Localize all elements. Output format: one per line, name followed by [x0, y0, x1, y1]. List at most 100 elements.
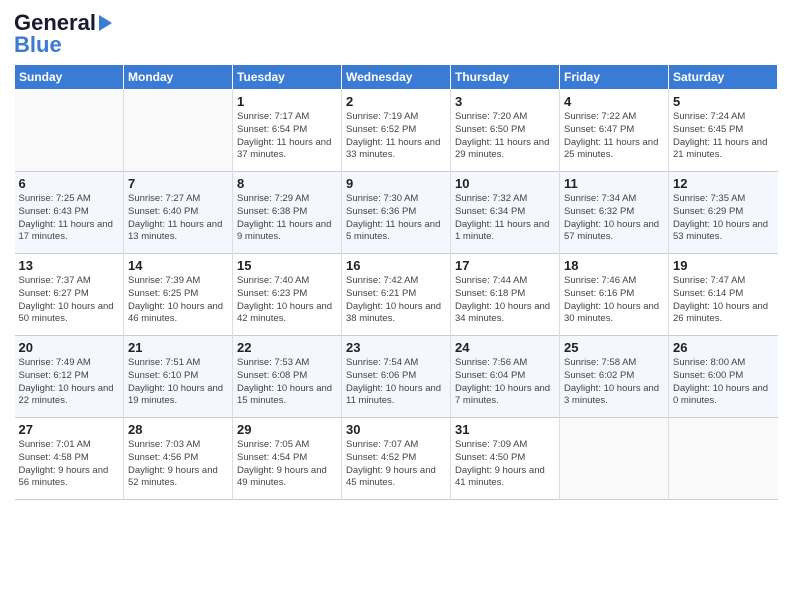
- day-number: 21: [128, 340, 228, 355]
- week-row-4: 20Sunrise: 7:49 AM Sunset: 6:12 PM Dayli…: [15, 336, 778, 418]
- day-info: Sunrise: 7:09 AM Sunset: 4:50 PM Dayligh…: [455, 439, 555, 490]
- day-number: 19: [673, 258, 774, 273]
- day-number: 7: [128, 176, 228, 191]
- day-info: Sunrise: 7:07 AM Sunset: 4:52 PM Dayligh…: [346, 439, 446, 490]
- calendar-cell: 30 Sunrise: 7:07 AM Sunset: 4:52 PM Dayli…: [342, 418, 451, 500]
- day-number: 23: [346, 340, 446, 355]
- day-number: 14: [128, 258, 228, 273]
- logo-arrow-icon: [99, 15, 112, 31]
- day-number: 29: [237, 422, 337, 437]
- day-info: Sunrise: 7:37 AM Sunset: 6:27 PM Dayligh…: [19, 275, 120, 326]
- day-info: Sunrise: 7:01 AM Sunset: 4:58 PM Dayligh…: [19, 439, 120, 490]
- calendar-cell: 16 Sunrise: 7:42 AM Sunset: 6:21 PM Dayli…: [342, 254, 451, 336]
- day-number: 13: [19, 258, 120, 273]
- calendar-cell: 3 Sunrise: 7:20 AM Sunset: 6:50 PM Daylig…: [451, 90, 560, 172]
- day-number: 22: [237, 340, 337, 355]
- calendar-cell: 1Sunrise: 7:17 AM Sunset: 6:54 PM Daylig…: [233, 90, 342, 172]
- calendar-cell: 5 Sunrise: 7:24 AM Sunset: 6:45 PM Daylig…: [669, 90, 778, 172]
- week-row-1: 1Sunrise: 7:17 AM Sunset: 6:54 PM Daylig…: [15, 90, 778, 172]
- day-info: Sunrise: 7:44 AM Sunset: 6:18 PM Dayligh…: [455, 275, 555, 326]
- day-number: 2: [346, 94, 446, 109]
- day-number: 11: [564, 176, 664, 191]
- calendar-cell: 2 Sunrise: 7:19 AM Sunset: 6:52 PM Daylig…: [342, 90, 451, 172]
- logo: General Blue: [14, 10, 112, 58]
- day-number: 24: [455, 340, 555, 355]
- week-row-2: 6Sunrise: 7:25 AM Sunset: 6:43 PM Daylig…: [15, 172, 778, 254]
- day-number: 8: [237, 176, 337, 191]
- day-number: 30: [346, 422, 446, 437]
- header-monday: Monday: [124, 65, 233, 90]
- day-info: Sunrise: 7:27 AM Sunset: 6:40 PM Dayligh…: [128, 193, 228, 244]
- day-info: Sunrise: 7:03 AM Sunset: 4:56 PM Dayligh…: [128, 439, 228, 490]
- calendar-cell: 23 Sunrise: 7:54 AM Sunset: 6:06 PM Dayli…: [342, 336, 451, 418]
- day-number: 18: [564, 258, 664, 273]
- calendar-cell: 31 Sunrise: 7:09 AM Sunset: 4:50 PM Dayli…: [451, 418, 560, 500]
- day-number: 26: [673, 340, 774, 355]
- day-number: 4: [564, 94, 664, 109]
- day-number: 10: [455, 176, 555, 191]
- day-number: 15: [237, 258, 337, 273]
- day-info: Sunrise: 7:20 AM Sunset: 6:50 PM Dayligh…: [455, 111, 555, 162]
- day-info: Sunrise: 7:56 AM Sunset: 6:04 PM Dayligh…: [455, 357, 555, 408]
- header-sunday: Sunday: [15, 65, 124, 90]
- page: General Blue SundayMondayTuesdayWednesda…: [0, 0, 792, 612]
- day-number: 3: [455, 94, 555, 109]
- calendar-cell: 18 Sunrise: 7:46 AM Sunset: 6:16 PM Dayli…: [560, 254, 669, 336]
- calendar-cell: 22 Sunrise: 7:53 AM Sunset: 6:08 PM Dayli…: [233, 336, 342, 418]
- calendar-cell: 13 Sunrise: 7:37 AM Sunset: 6:27 PM Dayli…: [15, 254, 124, 336]
- day-number: 16: [346, 258, 446, 273]
- header-friday: Friday: [560, 65, 669, 90]
- day-number: 1: [237, 94, 337, 109]
- day-info: Sunrise: 7:35 AM Sunset: 6:29 PM Dayligh…: [673, 193, 774, 244]
- calendar-cell: 20Sunrise: 7:49 AM Sunset: 6:12 PM Dayli…: [15, 336, 124, 418]
- calendar-cell: 26 Sunrise: 8:00 AM Sunset: 6:00 PM Dayli…: [669, 336, 778, 418]
- calendar-cell: 19 Sunrise: 7:47 AM Sunset: 6:14 PM Dayli…: [669, 254, 778, 336]
- calendar-cell: [124, 90, 233, 172]
- logo-blue: Blue: [14, 32, 62, 58]
- day-info: Sunrise: 7:46 AM Sunset: 6:16 PM Dayligh…: [564, 275, 664, 326]
- day-info: Sunrise: 7:53 AM Sunset: 6:08 PM Dayligh…: [237, 357, 337, 408]
- day-number: 5: [673, 94, 774, 109]
- calendar-cell: 15Sunrise: 7:40 AM Sunset: 6:23 PM Dayli…: [233, 254, 342, 336]
- day-info: Sunrise: 7:25 AM Sunset: 6:43 PM Dayligh…: [19, 193, 120, 244]
- calendar-cell: 11 Sunrise: 7:34 AM Sunset: 6:32 PM Dayli…: [560, 172, 669, 254]
- header-saturday: Saturday: [669, 65, 778, 90]
- day-number: 20: [19, 340, 120, 355]
- day-info: Sunrise: 7:58 AM Sunset: 6:02 PM Dayligh…: [564, 357, 664, 408]
- calendar-cell: 9 Sunrise: 7:30 AM Sunset: 6:36 PM Daylig…: [342, 172, 451, 254]
- header-thursday: Thursday: [451, 65, 560, 90]
- day-info: Sunrise: 7:30 AM Sunset: 6:36 PM Dayligh…: [346, 193, 446, 244]
- day-number: 31: [455, 422, 555, 437]
- calendar-cell: [560, 418, 669, 500]
- day-info: Sunrise: 7:39 AM Sunset: 6:25 PM Dayligh…: [128, 275, 228, 326]
- day-info: Sunrise: 7:29 AM Sunset: 6:38 PM Dayligh…: [237, 193, 337, 244]
- week-row-3: 13 Sunrise: 7:37 AM Sunset: 6:27 PM Dayli…: [15, 254, 778, 336]
- week-row-5: 27Sunrise: 7:01 AM Sunset: 4:58 PM Dayli…: [15, 418, 778, 500]
- calendar-cell: 28 Sunrise: 7:03 AM Sunset: 4:56 PM Dayli…: [124, 418, 233, 500]
- calendar-cell: 10Sunrise: 7:32 AM Sunset: 6:34 PM Dayli…: [451, 172, 560, 254]
- day-info: Sunrise: 7:34 AM Sunset: 6:32 PM Dayligh…: [564, 193, 664, 244]
- calendar-header-row: SundayMondayTuesdayWednesdayThursdayFrid…: [15, 65, 778, 90]
- calendar-table: SundayMondayTuesdayWednesdayThursdayFrid…: [14, 64, 778, 500]
- header: General Blue: [14, 10, 778, 58]
- calendar-cell: 24 Sunrise: 7:56 AM Sunset: 6:04 PM Dayli…: [451, 336, 560, 418]
- calendar-cell: 7 Sunrise: 7:27 AM Sunset: 6:40 PM Daylig…: [124, 172, 233, 254]
- day-info: Sunrise: 7:19 AM Sunset: 6:52 PM Dayligh…: [346, 111, 446, 162]
- calendar-cell: 4Sunrise: 7:22 AM Sunset: 6:47 PM Daylig…: [560, 90, 669, 172]
- day-info: Sunrise: 8:00 AM Sunset: 6:00 PM Dayligh…: [673, 357, 774, 408]
- calendar-cell: 17 Sunrise: 7:44 AM Sunset: 6:18 PM Dayli…: [451, 254, 560, 336]
- day-number: 9: [346, 176, 446, 191]
- calendar-cell: 12Sunrise: 7:35 AM Sunset: 6:29 PM Dayli…: [669, 172, 778, 254]
- day-number: 17: [455, 258, 555, 273]
- calendar-cell: [15, 90, 124, 172]
- calendar-cell: 21Sunrise: 7:51 AM Sunset: 6:10 PM Dayli…: [124, 336, 233, 418]
- day-info: Sunrise: 7:24 AM Sunset: 6:45 PM Dayligh…: [673, 111, 774, 162]
- day-info: Sunrise: 7:42 AM Sunset: 6:21 PM Dayligh…: [346, 275, 446, 326]
- day-number: 28: [128, 422, 228, 437]
- day-info: Sunrise: 7:54 AM Sunset: 6:06 PM Dayligh…: [346, 357, 446, 408]
- day-number: 25: [564, 340, 664, 355]
- header-wednesday: Wednesday: [342, 65, 451, 90]
- day-info: Sunrise: 7:47 AM Sunset: 6:14 PM Dayligh…: [673, 275, 774, 326]
- day-info: Sunrise: 7:05 AM Sunset: 4:54 PM Dayligh…: [237, 439, 337, 490]
- header-tuesday: Tuesday: [233, 65, 342, 90]
